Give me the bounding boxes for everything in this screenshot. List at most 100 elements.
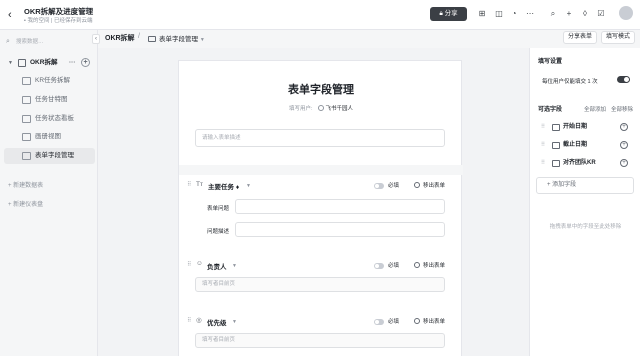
field-placeholder-input[interactable]: 填写者目前页 xyxy=(195,333,445,348)
chevron-down-icon: ▼ xyxy=(199,37,205,43)
add-doc-icon[interactable]: ⊞ xyxy=(477,9,487,19)
required-toggle[interactable] xyxy=(374,183,384,189)
breadcrumb-root[interactable]: OKR拆解 xyxy=(105,33,135,43)
doc-subtitle: ▪ 我的空间 | 已经保存到云端 xyxy=(24,16,93,24)
form-title[interactable]: 表单字段管理 xyxy=(179,81,463,97)
optional-field-item[interactable]: ⠿ 对齐团队KR + xyxy=(538,157,634,169)
field-placeholder-input[interactable]: 填写者目前页 xyxy=(195,277,445,292)
required-toggle[interactable] xyxy=(374,319,384,325)
sub-row-label: 问题描述 xyxy=(207,229,230,235)
fill-mode-button[interactable]: 填写模式 xyxy=(601,31,635,44)
add-circle-icon[interactable]: + xyxy=(620,159,628,167)
optional-field-label: 开始日期 xyxy=(563,124,588,130)
star-icon[interactable]: ☆ xyxy=(84,5,91,14)
form-description-input[interactable]: 请输入表单描述 xyxy=(195,129,445,147)
user-icon xyxy=(317,105,324,111)
field-name[interactable]: 主要任务 ♦ xyxy=(208,181,239,191)
back-icon[interactable]: ‹ xyxy=(8,9,18,21)
bell-icon[interactable]: ◔ xyxy=(509,9,519,19)
tree-root-label: OKR拆解 xyxy=(30,59,58,66)
add-all-link[interactable]: 全部添加 xyxy=(584,105,606,113)
base-icon xyxy=(18,59,26,67)
new-table-link[interactable]: + 新建数据表 xyxy=(8,180,43,189)
check-circle-icon: ◎ xyxy=(196,317,202,324)
required-label: 必填 xyxy=(388,183,400,189)
sidebar-item-gallery[interactable]: 画册视图 xyxy=(4,129,95,145)
chevron-down-icon[interactable]: ▼ xyxy=(246,183,251,189)
minus-circle-icon xyxy=(414,182,420,188)
search-placeholder: 搜索数据… xyxy=(16,39,44,45)
drag-handle-icon[interactable]: ⠿ xyxy=(541,121,545,133)
folder-icon: ▪ xyxy=(24,18,26,24)
form-card: 表单字段管理 填写用户: 飞书千园人 请输入表单描述 ⠿ Tт 主要任务 ♦ ▼ … xyxy=(178,60,463,356)
question-desc-input[interactable] xyxy=(235,222,445,237)
drop-hint: 拖拽表单中的字段至此处移除 xyxy=(549,224,622,230)
field-name-text: 主要任务 xyxy=(208,184,234,191)
notification-icon[interactable]: ◊ xyxy=(580,9,590,19)
share-button[interactable]: 🔒︎ 分享 xyxy=(430,7,467,21)
share-form-button[interactable]: 分享表单 xyxy=(563,31,597,44)
search-icon[interactable]: ⌕ xyxy=(548,9,558,19)
drag-handle-icon[interactable]: ⠿ xyxy=(187,317,191,324)
plus-icon[interactable]: + xyxy=(564,9,574,19)
filler-value[interactable]: 飞书千园人 xyxy=(326,106,354,112)
optional-field-item[interactable]: ⠿ 截止日期 + xyxy=(538,139,634,151)
drag-handle-icon[interactable]: ⠿ xyxy=(187,181,191,188)
sidebar-item-kanban[interactable]: 任务状态看板 xyxy=(4,111,95,127)
minus-circle-icon xyxy=(414,262,420,268)
new-dashboard-link[interactable]: + 新建仪表盘 xyxy=(8,199,43,208)
caret-down-icon[interactable]: ▼ xyxy=(8,57,13,69)
question-title-input[interactable] xyxy=(235,199,445,214)
remove-from-form-button[interactable]: 移出表单 xyxy=(414,317,445,325)
field-name[interactable]: 负责人 xyxy=(207,261,227,271)
required-star-icon: ♦ xyxy=(235,184,240,191)
breadcrumb-current[interactable]: 表单字段管理 ▼ xyxy=(148,33,205,43)
add-field-button[interactable]: + 添加字段 xyxy=(536,177,634,194)
limit-toggle[interactable] xyxy=(617,76,630,83)
add-circle-icon[interactable]: + xyxy=(620,141,628,149)
add-circle-icon[interactable]: + xyxy=(81,58,90,67)
form-icon xyxy=(148,36,156,42)
sidebar-item-gantt[interactable]: 任务甘特图 xyxy=(4,92,95,108)
add-circle-icon[interactable]: + xyxy=(620,123,628,131)
top-bar: ‹ OKR拆解及进度管理 ☆ ▪ 我的空间 | 已经保存到云端 🔒︎ 分享 ⊞ … xyxy=(0,0,640,30)
calendar-icon xyxy=(552,124,560,131)
text-type-icon: Tт xyxy=(196,181,203,188)
required-label: 必填 xyxy=(388,263,400,269)
right-panel: 填写设置 每位用户仅能填交 1 次 可选字段 全部添加 全部移除 ⠿ 开始日期 … xyxy=(529,48,640,356)
field-name[interactable]: 优先级 xyxy=(207,317,227,327)
form-icon xyxy=(22,152,31,160)
required-toggle[interactable] xyxy=(374,263,384,269)
sidebar-item-label: 表单字段管理 xyxy=(35,152,74,159)
kanban-icon xyxy=(22,115,31,123)
optional-fields-title: 可选字段 xyxy=(538,107,563,113)
link-icon xyxy=(552,160,560,167)
divider xyxy=(179,165,463,175)
avatar[interactable] xyxy=(619,6,633,20)
robot-icon[interactable]: ◫ xyxy=(494,9,504,19)
sidebar-item-kr-tasks[interactable]: KR任务拆解 xyxy=(4,73,95,89)
more-icon[interactable]: ··· xyxy=(69,57,76,69)
sidebar-item-form[interactable]: 表单字段管理 xyxy=(4,148,95,164)
tree-root-okr[interactable]: ▼ OKR拆解 ··· + xyxy=(6,57,94,69)
sidebar-item-label: 任务状态看板 xyxy=(35,115,74,122)
sidebar-item-label: 画册视图 xyxy=(35,133,61,140)
remove-all-link[interactable]: 全部移除 xyxy=(611,105,633,113)
remove-label: 移出表单 xyxy=(423,183,446,189)
drag-handle-icon[interactable]: ⠿ xyxy=(541,139,545,151)
remove-from-form-button[interactable]: 移出表单 xyxy=(414,181,445,189)
drag-handle-icon[interactable]: ⠿ xyxy=(187,261,191,268)
remove-from-form-button[interactable]: 移出表单 xyxy=(414,261,445,269)
minus-circle-icon xyxy=(414,318,420,324)
optional-field-item[interactable]: ⠿ 开始日期 + xyxy=(538,121,634,133)
chevron-down-icon[interactable]: ▼ xyxy=(232,263,237,269)
drag-handle-icon[interactable]: ⠿ xyxy=(541,157,545,169)
share-label: 分享 xyxy=(444,10,458,17)
more-icon[interactable]: ⋯ xyxy=(525,9,535,19)
chevron-down-icon[interactable]: ▼ xyxy=(232,319,237,325)
save-status: 已经保存到云端 xyxy=(54,18,93,24)
form-filler: 填写用户: 飞书千园人 xyxy=(289,104,353,112)
task-icon[interactable]: ☑ xyxy=(596,9,606,19)
search-input[interactable]: ⌕ 搜索数据… xyxy=(6,35,90,49)
location-label[interactable]: 我的空间 xyxy=(27,18,49,24)
